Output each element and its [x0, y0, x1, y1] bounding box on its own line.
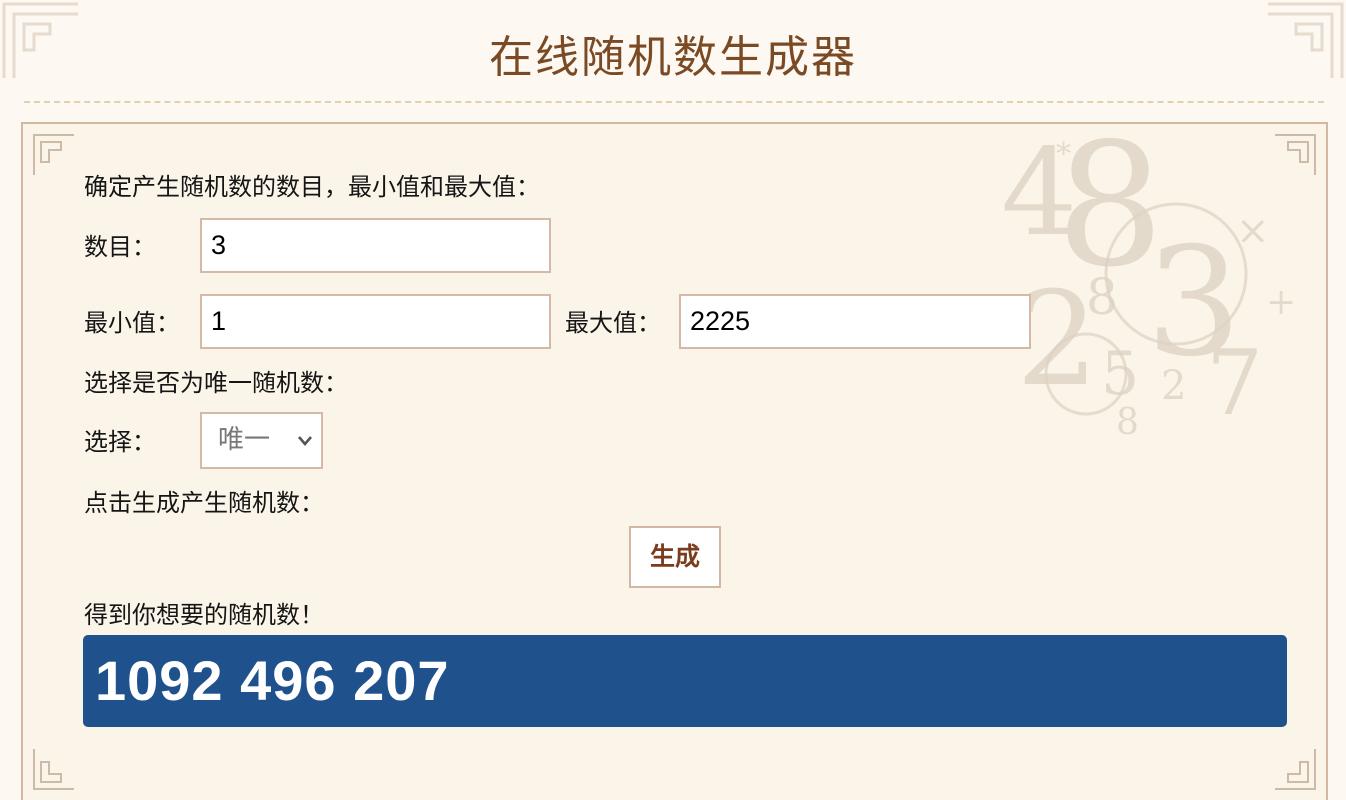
- unique-select[interactable]: 唯一: [200, 412, 323, 469]
- ornament-corner-icon: [1275, 134, 1316, 175]
- unique-select-value: 唯一: [218, 425, 271, 455]
- svg-text:+: +: [1266, 282, 1296, 323]
- ornament-corner-icon: [1275, 749, 1316, 790]
- svg-text:5: 5: [1101, 339, 1139, 409]
- ornament-corner-icon: [33, 749, 74, 790]
- title-divider: [24, 101, 1324, 103]
- result-box: 1092 496 207: [83, 635, 1287, 727]
- svg-text:*: *: [1056, 137, 1071, 172]
- select-label: 选择：: [84, 428, 156, 456]
- svg-text:8: 8: [1116, 402, 1139, 443]
- count-input[interactable]: 3: [200, 218, 551, 273]
- count-label: 数目：: [84, 233, 156, 261]
- min-input[interactable]: 1: [200, 294, 551, 349]
- result-prompt: 得到你想要的随机数！: [84, 601, 324, 629]
- click-prompt: 点击生成产生随机数：: [84, 489, 324, 517]
- max-input[interactable]: 2225: [679, 294, 1031, 349]
- chevron-down-icon: [298, 436, 312, 446]
- max-label: 最大值：: [565, 309, 661, 337]
- generate-button[interactable]: 生成: [629, 526, 721, 588]
- svg-text:8: 8: [1086, 268, 1118, 326]
- intro-text: 确定产生随机数的数目，最小值和最大值：: [84, 173, 540, 201]
- page-title: 在线随机数生成器: [489, 32, 857, 83]
- result-numbers: 1092 496 207: [95, 649, 450, 712]
- unique-prompt: 选择是否为唯一随机数：: [84, 369, 348, 397]
- min-label: 最小值：: [84, 309, 180, 337]
- svg-text:2: 2: [1161, 363, 1186, 409]
- ornament-corner-icon: [33, 134, 74, 175]
- generator-panel: 8 3 2 7 5 2 4 8 × + * 8 确定产生随机数的数目，最小值和最…: [21, 122, 1328, 800]
- svg-text:7: 7: [1206, 331, 1263, 436]
